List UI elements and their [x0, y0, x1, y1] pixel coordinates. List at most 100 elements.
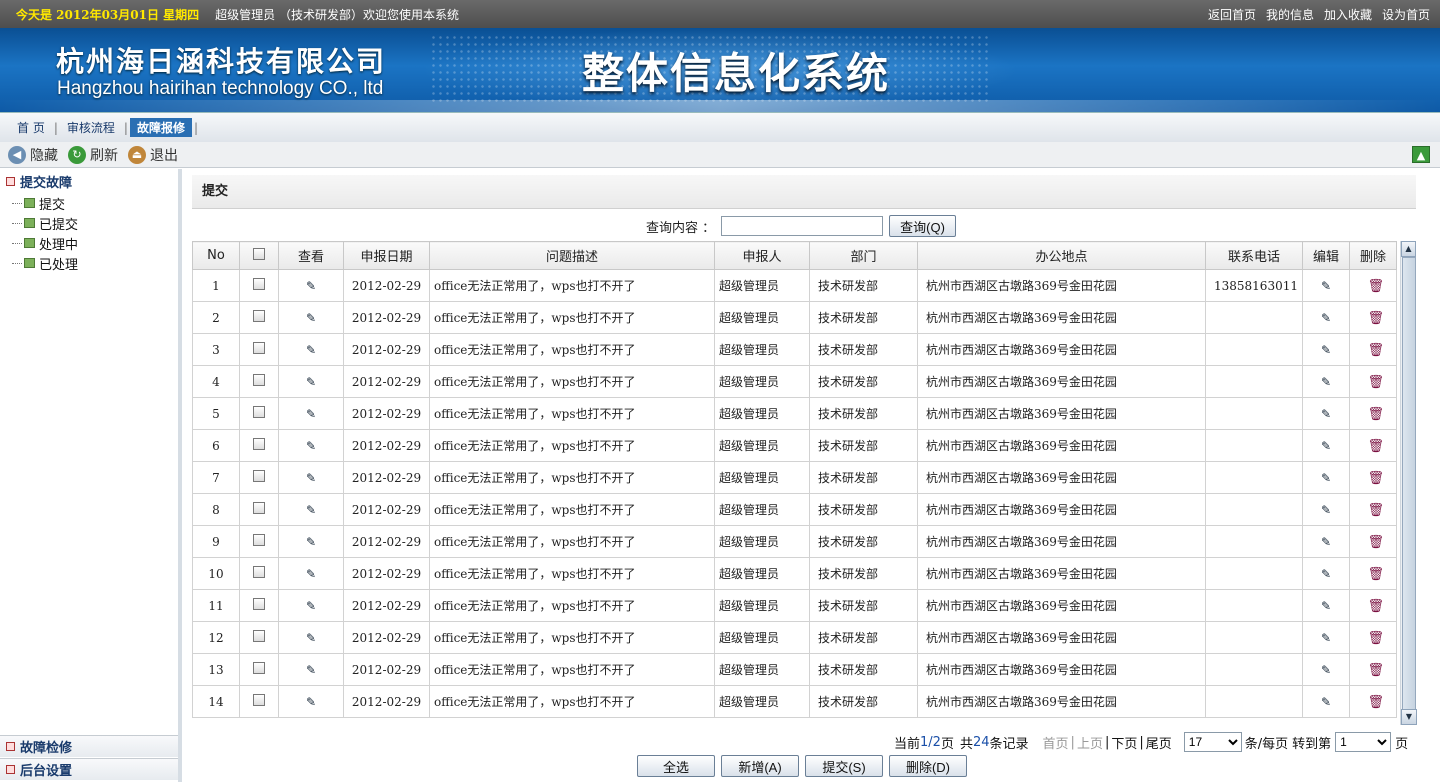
col-date[interactable]: 申报日期: [343, 241, 430, 270]
cell-edit[interactable]: ✎: [1302, 461, 1350, 494]
pencil-icon[interactable]: ✎: [1319, 568, 1333, 580]
pencil-icon[interactable]: ✎: [1319, 696, 1333, 708]
checkbox[interactable]: [253, 278, 265, 290]
trash-icon[interactable]: 🗑: [1368, 280, 1385, 293]
cell-edit[interactable]: ✎: [1302, 493, 1350, 526]
trash-icon[interactable]: 🗑: [1368, 376, 1385, 389]
cell-select[interactable]: [239, 685, 279, 718]
pencil-icon[interactable]: ✎: [304, 504, 318, 516]
first-page-link[interactable]: 首页: [1043, 733, 1069, 752]
search-input[interactable]: [721, 216, 884, 236]
checkbox[interactable]: [253, 310, 265, 322]
link-add-favorite[interactable]: 加入收藏: [1324, 6, 1372, 23]
cell-select[interactable]: [239, 269, 279, 302]
checkbox[interactable]: [253, 470, 265, 482]
checkbox[interactable]: [253, 342, 265, 354]
trash-icon[interactable]: 🗑: [1368, 664, 1385, 677]
cell-delete[interactable]: 🗑: [1349, 461, 1397, 494]
cell-view[interactable]: ✎: [278, 269, 344, 302]
trash-icon[interactable]: 🗑: [1368, 440, 1385, 453]
cell-edit[interactable]: ✎: [1302, 333, 1350, 366]
cell-select[interactable]: [239, 653, 279, 686]
cell-delete[interactable]: 🗑: [1349, 653, 1397, 686]
trash-icon[interactable]: 🗑: [1368, 408, 1385, 421]
pencil-icon[interactable]: ✎: [304, 696, 318, 708]
cell-view[interactable]: ✎: [278, 301, 344, 334]
pencil-icon[interactable]: ✎: [304, 600, 318, 612]
cell-delete[interactable]: 🗑: [1349, 685, 1397, 718]
cell-edit[interactable]: ✎: [1302, 301, 1350, 334]
cell-select[interactable]: [239, 525, 279, 558]
pencil-icon[interactable]: ✎: [1319, 440, 1333, 452]
cell-edit[interactable]: ✎: [1302, 429, 1350, 462]
cell-view[interactable]: ✎: [278, 589, 344, 622]
cell-delete[interactable]: 🗑: [1349, 429, 1397, 462]
cell-delete[interactable]: 🗑: [1349, 333, 1397, 366]
checkbox[interactable]: [253, 662, 265, 674]
pencil-icon[interactable]: ✎: [304, 376, 318, 388]
cell-select[interactable]: [239, 557, 279, 590]
cell-select[interactable]: [239, 333, 279, 366]
pencil-icon[interactable]: ✎: [1319, 344, 1333, 356]
cell-select[interactable]: [239, 461, 279, 494]
cell-edit[interactable]: ✎: [1302, 365, 1350, 398]
pencil-icon[interactable]: ✎: [1319, 312, 1333, 324]
trash-icon[interactable]: 🗑: [1368, 696, 1385, 709]
trash-icon[interactable]: 🗑: [1368, 632, 1385, 645]
cell-view[interactable]: ✎: [278, 333, 344, 366]
trash-icon[interactable]: 🗑: [1368, 536, 1385, 549]
nav-fault-repair[interactable]: 故障报修: [129, 118, 192, 137]
cell-delete[interactable]: 🗑: [1349, 557, 1397, 590]
cell-delete[interactable]: 🗑: [1349, 397, 1397, 430]
cell-select[interactable]: [239, 621, 279, 654]
sidebar-section-admin[interactable]: 后台设置: [0, 758, 178, 780]
tree-item-submit[interactable]: 提交: [0, 193, 178, 213]
pencil-icon[interactable]: ✎: [1319, 280, 1333, 292]
checkbox[interactable]: [253, 694, 265, 706]
cell-select[interactable]: [239, 301, 279, 334]
tree-item-processed[interactable]: 已处理: [0, 253, 178, 273]
cell-select[interactable]: [239, 365, 279, 398]
delete-button[interactable]: 删除(D): [889, 755, 967, 777]
trash-icon[interactable]: 🗑: [1368, 472, 1385, 485]
nav-approval-flow[interactable]: 审核流程: [60, 118, 122, 137]
submit-button[interactable]: 提交(S): [805, 755, 883, 777]
last-page-link[interactable]: 尾页: [1146, 733, 1172, 752]
checkbox[interactable]: [253, 374, 265, 386]
pencil-icon[interactable]: ✎: [1319, 536, 1333, 548]
cell-view[interactable]: ✎: [278, 461, 344, 494]
cell-edit[interactable]: ✎: [1302, 589, 1350, 622]
cell-view[interactable]: ✎: [278, 653, 344, 686]
checkbox[interactable]: [253, 502, 265, 514]
col-reporter[interactable]: 申报人: [714, 241, 810, 270]
nav-home[interactable]: 首 页: [10, 118, 52, 137]
checkbox[interactable]: [253, 566, 265, 578]
cell-edit[interactable]: ✎: [1302, 525, 1350, 558]
exit-button[interactable]: ⏏ 退出: [128, 145, 178, 165]
cell-view[interactable]: ✎: [278, 621, 344, 654]
pencil-icon[interactable]: ✎: [304, 664, 318, 676]
cell-view[interactable]: ✎: [278, 685, 344, 718]
cell-edit[interactable]: ✎: [1302, 685, 1350, 718]
pencil-icon[interactable]: ✎: [1319, 504, 1333, 516]
cell-delete[interactable]: 🗑: [1349, 589, 1397, 622]
trash-icon[interactable]: 🗑: [1368, 312, 1385, 325]
table-scrollbar[interactable]: ▲ ▼: [1400, 241, 1417, 725]
cell-delete[interactable]: 🗑: [1349, 301, 1397, 334]
cell-view[interactable]: ✎: [278, 525, 344, 558]
trash-icon[interactable]: 🗑: [1368, 600, 1385, 613]
refresh-button[interactable]: ↻ 刷新: [68, 145, 118, 165]
cell-delete[interactable]: 🗑: [1349, 525, 1397, 558]
col-phone[interactable]: 联系电话: [1205, 241, 1303, 270]
pencil-icon[interactable]: ✎: [304, 312, 318, 324]
next-page-link[interactable]: 下页: [1111, 733, 1137, 752]
prev-page-link[interactable]: 上页: [1077, 733, 1103, 752]
pencil-icon[interactable]: ✎: [1319, 472, 1333, 484]
pencil-icon[interactable]: ✎: [1319, 600, 1333, 612]
trash-icon[interactable]: 🗑: [1368, 344, 1385, 357]
add-button[interactable]: 新增(A): [721, 755, 799, 777]
cell-select[interactable]: [239, 589, 279, 622]
cell-view[interactable]: ✎: [278, 429, 344, 462]
pencil-icon[interactable]: ✎: [304, 568, 318, 580]
cell-edit[interactable]: ✎: [1302, 653, 1350, 686]
